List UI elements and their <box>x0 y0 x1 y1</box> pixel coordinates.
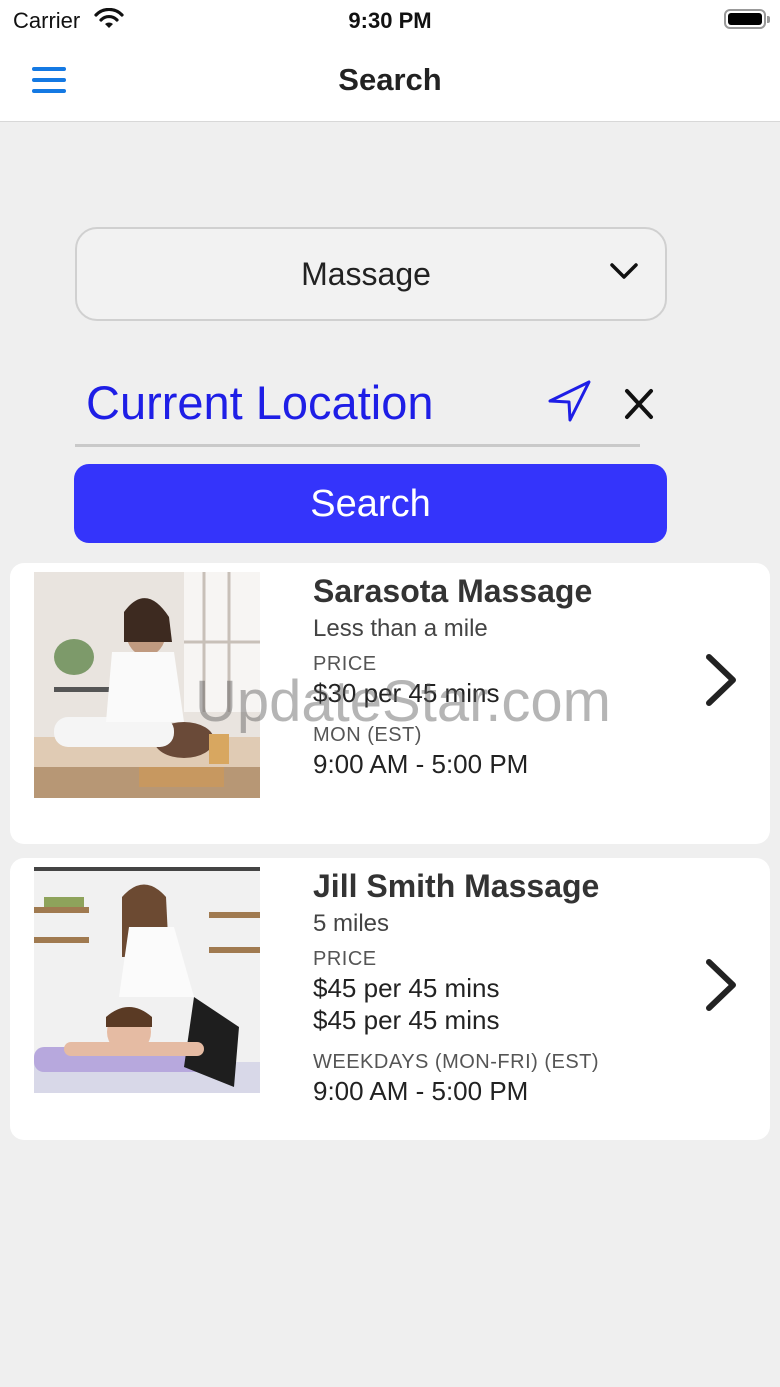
price-value: $30 per 45 mins <box>313 678 500 708</box>
page-title: Search <box>338 62 442 97</box>
price-label: PRICE <box>313 653 377 675</box>
battery-icon <box>724 9 770 29</box>
close-icon[interactable] <box>624 388 654 425</box>
business-name: Jill Smith Massage <box>313 868 600 904</box>
massage-photo <box>34 572 260 798</box>
hours-value: 9:00 AM - 5:00 PM <box>313 1076 529 1106</box>
navigation-bar: Search <box>0 40 780 122</box>
result-card[interactable]: Sarasota Massage Less than a mile PRICE … <box>10 563 770 844</box>
category-dropdown[interactable]: Massage <box>75 227 667 321</box>
hours-label: WEEKDAYS (MON-FRI) (EST) <box>313 1051 600 1073</box>
category-selected-value: Massage <box>301 256 431 292</box>
price-label: PRICE <box>313 948 377 970</box>
result-card[interactable]: Jill Smith Massage 5 miles PRICE $45 per… <box>10 858 770 1140</box>
clock: 9:30 PM <box>348 8 432 33</box>
location-input[interactable]: Current Location <box>75 365 640 447</box>
massage-photo <box>34 867 260 1093</box>
distance: 5 miles <box>313 910 390 937</box>
business-name: Sarasota Massage <box>313 573 593 609</box>
price-value: $45 per 45 mins <box>313 973 500 1003</box>
chevron-down-icon <box>609 262 639 287</box>
hours-value: 9:00 AM - 5:00 PM <box>313 749 529 779</box>
chevron-right-icon <box>703 653 739 712</box>
price-value: $45 per 45 mins <box>313 1005 500 1035</box>
hours-label: MON (EST) <box>313 724 422 746</box>
navigation-arrow-icon[interactable] <box>548 379 592 428</box>
location-value: Current Location <box>86 376 434 429</box>
distance: Less than a mile <box>313 615 488 642</box>
search-button[interactable]: Search <box>74 464 667 543</box>
status-bar: Carrier 9:30 PM <box>0 0 780 40</box>
chevron-right-icon <box>703 958 739 1017</box>
